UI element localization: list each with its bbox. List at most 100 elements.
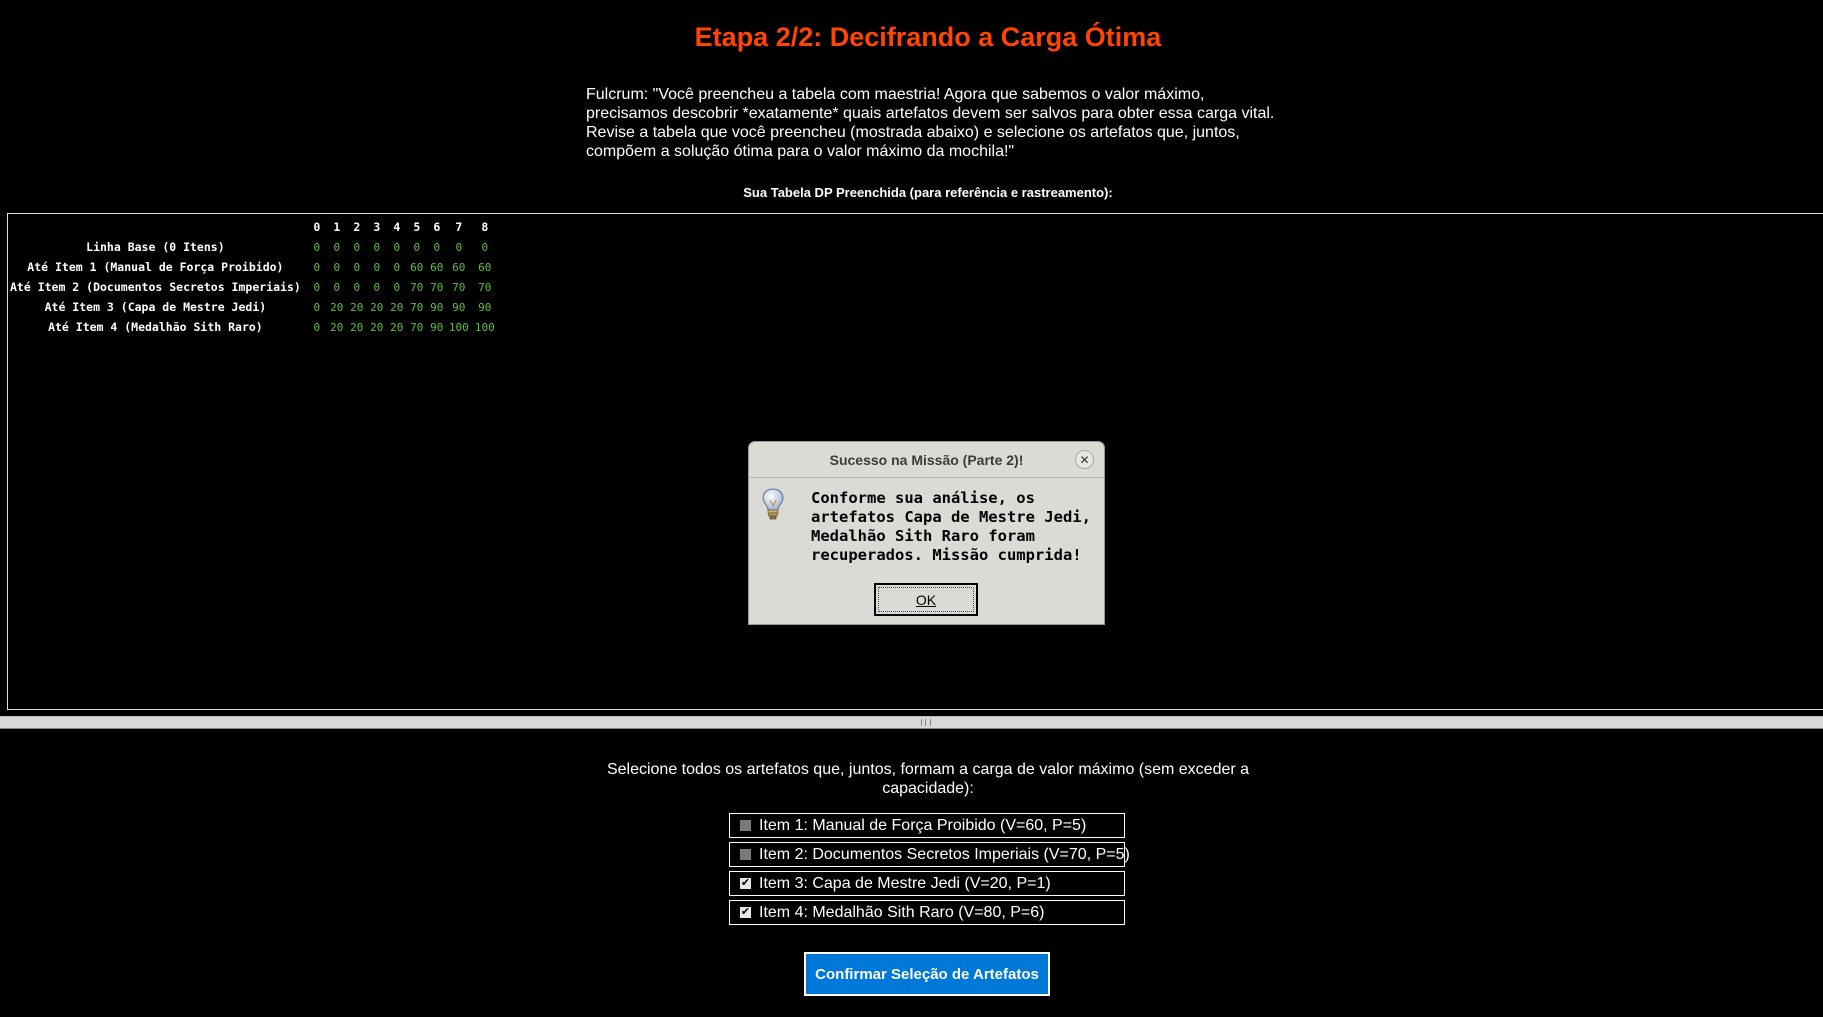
dp-cell: 70 <box>410 280 424 294</box>
intro-line: Fulcrum: "Você preencheu a tabela com ma… <box>586 86 1205 103</box>
dialog-message: Conforme sua análise, os artefatos Capa … <box>811 489 1101 565</box>
dp-cell: 100 <box>474 320 495 334</box>
dp-cell: 0 <box>393 240 401 254</box>
dp-cell: 20 <box>330 300 344 314</box>
dp-cell: 0 <box>353 260 361 274</box>
dp-cell: 70 <box>478 280 492 294</box>
dp-cell: 0 <box>433 240 441 254</box>
item-label: Item 2: Documentos Secretos Imperiais (V… <box>759 845 1130 863</box>
dp-cell: 60 <box>430 260 444 274</box>
dialog-title: Sucesso na Missão (Parte 2)! <box>829 451 1024 468</box>
confirm-selection-button[interactable]: Confirmar Seleção de Artefatos <box>804 952 1050 996</box>
ok-button[interactable]: OK <box>874 583 978 616</box>
dp-column-header: 3 <box>373 220 381 234</box>
dp-cell: 0 <box>333 260 341 274</box>
dp-cell: 0 <box>313 240 321 254</box>
item-1-checkbox[interactable]: Item 1: Manual de Força Proibido (V=60, … <box>729 813 1125 838</box>
checkbox-icon[interactable] <box>740 849 751 860</box>
selection-prompt-line: capacidade): <box>882 780 974 797</box>
dp-column-header: 0 <box>313 220 321 234</box>
dp-table-row: Até Item 3 (Capa de Mestre Jedi) 0 20 20… <box>10 297 499 317</box>
intro-line: compõem a solução ótima para o valor máx… <box>586 143 1015 160</box>
lightbulb-icon <box>762 488 784 520</box>
dp-column-header: 8 <box>481 220 489 234</box>
item-label: Item 1: Manual de Força Proibido (V=60, … <box>759 816 1087 834</box>
dp-row-label: Até Item 2 (Documentos Secretos Imperiai… <box>10 280 301 294</box>
dp-cell: 60 <box>478 260 492 274</box>
dp-cell: 20 <box>370 300 384 314</box>
dp-table-row: Até Item 2 (Documentos Secretos Imperiai… <box>10 277 499 297</box>
dp-cell: 90 <box>430 320 444 334</box>
dialog-titlebar[interactable]: Sucesso na Missão (Parte 2)! ✕ <box>749 442 1104 478</box>
dp-cell: 20 <box>350 320 364 334</box>
success-dialog: Sucesso na Missão (Parte 2)! ✕ Conforme … <box>749 442 1104 624</box>
dp-column-header: 1 <box>333 220 341 234</box>
dp-table-corner <box>10 217 307 237</box>
dp-column-header: 6 <box>433 220 441 234</box>
dp-row-label: Até Item 3 (Capa de Mestre Jedi) <box>44 300 267 314</box>
dialog-message-line: Medalhão Sith Raro foram <box>811 527 1035 545</box>
dp-cell: 70 <box>410 320 424 334</box>
dialog-message-line: Conforme sua análise, os <box>811 489 1035 507</box>
dp-cell: 0 <box>413 240 421 254</box>
dialog-message-line: artefatos Capa de Mestre Jedi, <box>811 508 1091 526</box>
pane-resize-sash[interactable] <box>0 716 1823 729</box>
item-3-checkbox[interactable]: ✔ Item 3: Capa de Mestre Jedi (V=20, P=1… <box>729 871 1125 896</box>
intro-line: Revise a tabela que você preencheu (most… <box>586 124 1240 141</box>
dp-column-header: 5 <box>413 220 421 234</box>
dp-cell: 0 <box>313 300 321 314</box>
selection-prompt-line: Selecione todos os artefatos que, juntos… <box>606 761 1250 778</box>
dp-cell: 20 <box>350 300 364 314</box>
dp-column-header: 2 <box>353 220 361 234</box>
dp-cell: 0 <box>373 260 381 274</box>
item-label: Item 4: Medalhão Sith Raro (V=80, P=6) <box>759 903 1045 921</box>
dp-cell: 0 <box>393 260 401 274</box>
sash-grip-icon[interactable] <box>921 719 931 726</box>
item-label: Item 3: Capa de Mestre Jedi (V=20, P=1) <box>759 874 1051 892</box>
intro-text: Fulcrum: "Você preencheu a tabela com ma… <box>586 85 1286 161</box>
dp-cell: 0 <box>393 280 401 294</box>
item-2-checkbox[interactable]: Item 2: Documentos Secretos Imperiais (V… <box>729 842 1130 867</box>
checkbox-checked-icon[interactable]: ✔ <box>740 907 751 918</box>
dp-cell: 0 <box>373 280 381 294</box>
dp-cell: 20 <box>390 300 404 314</box>
dp-cell: 90 <box>430 300 444 314</box>
dp-cell: 70 <box>430 280 444 294</box>
dp-cell: 0 <box>313 320 321 334</box>
close-icon[interactable]: ✕ <box>1075 450 1094 469</box>
ok-button-label: OK <box>878 587 974 612</box>
page-title: Etapa 2/2: Decifrando a Carga Ótima <box>694 22 1162 52</box>
dp-cell: 60 <box>452 260 466 274</box>
dp-row-label: Linha Base (0 Itens) <box>86 240 225 254</box>
dp-cell: 90 <box>478 300 492 314</box>
dp-table-row: Até Item 4 (Medalhão Sith Raro) 0 20 20 … <box>10 317 499 337</box>
dp-cell: 70 <box>452 280 466 294</box>
dp-cell: 0 <box>313 260 321 274</box>
dp-cell: 60 <box>410 260 424 274</box>
selection-prompt: Selecione todos os artefatos que, juntos… <box>590 760 1266 798</box>
dp-cell: 20 <box>330 320 344 334</box>
dp-column-header: 7 <box>455 220 463 234</box>
dp-cell: 0 <box>353 240 361 254</box>
dp-cell: 100 <box>448 320 469 334</box>
dp-cell: 0 <box>333 280 341 294</box>
dp-column-header: 4 <box>393 220 401 234</box>
dp-cell: 90 <box>452 300 466 314</box>
intro-line: precisamos descobrir *exatamente* quais … <box>586 105 1275 122</box>
dp-table-header-row: 0 1 2 3 4 5 6 7 8 <box>10 217 499 237</box>
dp-cell: 70 <box>410 300 424 314</box>
item-4-checkbox[interactable]: ✔ Item 4: Medalhão Sith Raro (V=80, P=6) <box>729 900 1125 925</box>
dp-table: 0 1 2 3 4 5 6 7 8 Linha Base (0 Itens) 0… <box>10 217 499 337</box>
dp-row-label: Até Item 1 (Manual de Força Proibido) <box>27 260 284 274</box>
table-caption: Sua Tabela DP Preenchida (para referênci… <box>743 185 1113 200</box>
dp-cell: 0 <box>353 280 361 294</box>
dp-cell: 0 <box>481 240 489 254</box>
dp-row-label: Até Item 4 (Medalhão Sith Raro) <box>48 320 263 334</box>
dp-cell: 0 <box>333 240 341 254</box>
checkbox-icon[interactable] <box>740 820 751 831</box>
dp-table-row: Linha Base (0 Itens) 0 0 0 0 0 0 0 0 0 <box>10 237 499 257</box>
dp-cell: 0 <box>373 240 381 254</box>
dp-cell: 20 <box>390 320 404 334</box>
dp-table-row: Até Item 1 (Manual de Força Proibido) 0 … <box>10 257 499 277</box>
checkbox-checked-icon[interactable]: ✔ <box>740 878 751 889</box>
